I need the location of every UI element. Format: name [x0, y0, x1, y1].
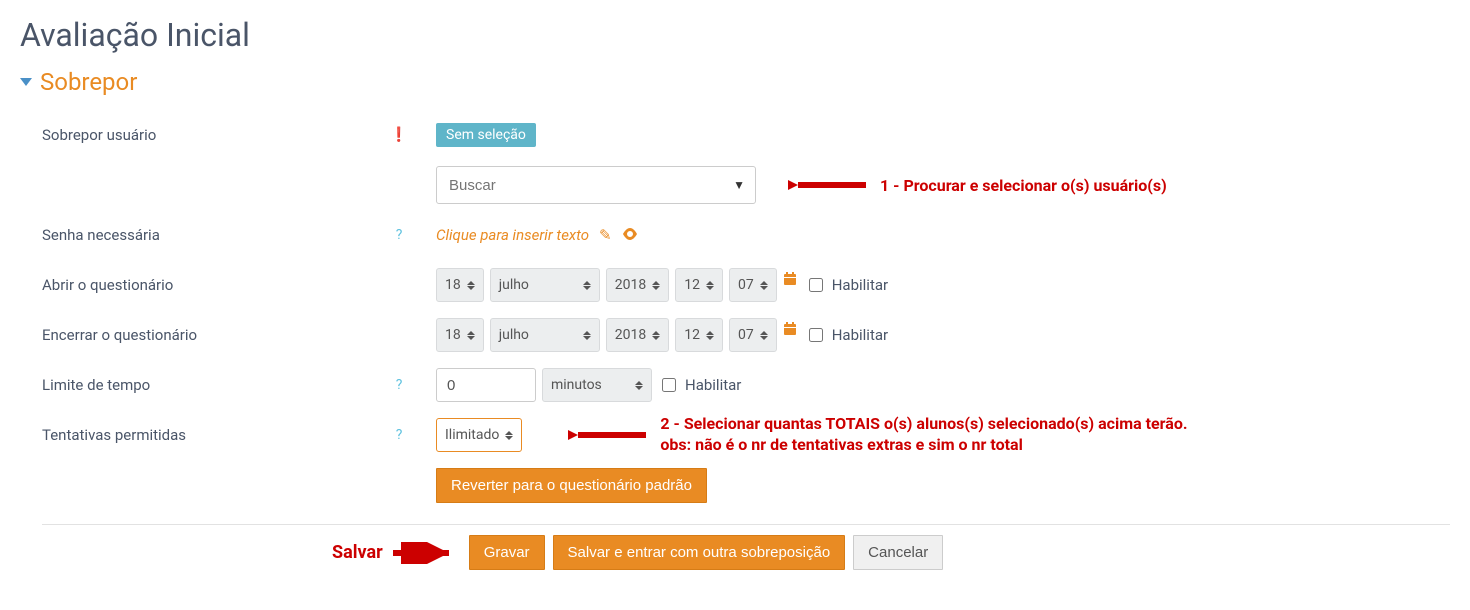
user-selection-tag: Sem seleção [436, 123, 536, 147]
revert-button[interactable]: Reverter para o questionário padrão [436, 468, 707, 503]
label-attempts: Tentativas permitidas [42, 426, 386, 444]
close-hour-select[interactable]: 12 [675, 318, 723, 352]
open-year-select[interactable]: 2018 [606, 268, 669, 302]
pencil-icon[interactable]: ✎ [599, 226, 612, 244]
time-unit-select[interactable]: minutos [542, 368, 652, 402]
page-title: Avaliação Inicial [20, 16, 1450, 54]
label-override-user: Sobrepor usuário [42, 126, 386, 144]
annotation-2-line1: 2 - Selecionar quantas TOTAIS o(s) aluno… [660, 414, 1187, 435]
section-toggle[interactable]: Sobrepor [20, 68, 1450, 96]
annotation-arrow-icon [788, 174, 868, 196]
password-input-link[interactable]: Clique para inserir texto [436, 226, 589, 244]
open-hour-select[interactable]: 12 [675, 268, 723, 302]
user-search-input[interactable] [447, 176, 733, 195]
help-icon[interactable]: ? [386, 427, 412, 443]
close-enable-label: Habilitar [832, 326, 888, 344]
label-close-quiz: Encerrar o questionário [42, 326, 412, 344]
alert-icon: ❗ [386, 127, 412, 143]
close-enable-input[interactable] [809, 328, 823, 342]
save-and-new-button[interactable]: Salvar e entrar com outra sobreposição [553, 535, 846, 570]
annotation-2-line2: obs: não é o nr de tentativas extras e s… [660, 435, 1187, 456]
open-day-select[interactable]: 18 [436, 268, 484, 302]
section-title: Sobrepor [40, 68, 137, 96]
time-enable-label: Habilitar [685, 376, 741, 394]
open-enable-checkbox[interactable]: Habilitar [805, 275, 888, 295]
annotation-arrow-icon [568, 424, 648, 446]
close-day-select[interactable]: 18 [436, 318, 484, 352]
close-year-select[interactable]: 2018 [606, 318, 669, 352]
open-enable-label: Habilitar [832, 276, 888, 294]
dropdown-icon: ▼ [733, 178, 745, 192]
close-month-select[interactable]: julho [490, 318, 600, 352]
divider [42, 524, 1450, 525]
open-minute-select[interactable]: 07 [729, 268, 777, 302]
help-icon[interactable]: ? [386, 227, 412, 243]
time-limit-input[interactable] [436, 368, 536, 402]
label-password: Senha necessária [42, 226, 386, 244]
cancel-button[interactable]: Cancelar [853, 535, 943, 570]
annotation-1-text: 1 - Procurar e selecionar o(s) usuário(s… [880, 176, 1167, 195]
attempts-select[interactable]: Ilimitado [436, 418, 522, 452]
annotation-arrow-icon [391, 542, 461, 564]
label-time-limit: Limite de tempo [42, 376, 386, 394]
calendar-icon[interactable] [783, 322, 799, 339]
close-minute-select[interactable]: 07 [729, 318, 777, 352]
close-enable-checkbox[interactable]: Habilitar [805, 325, 888, 345]
time-enable-input[interactable] [662, 378, 676, 392]
open-enable-input[interactable] [809, 278, 823, 292]
save-button[interactable]: Gravar [469, 535, 545, 570]
help-icon[interactable]: ? [386, 377, 412, 393]
calendar-icon[interactable] [783, 272, 799, 289]
user-search-combo[interactable]: ▼ [436, 166, 756, 204]
eye-icon[interactable] [622, 226, 638, 244]
label-open-quiz: Abrir o questionário [42, 276, 412, 294]
time-enable-checkbox[interactable]: Habilitar [658, 375, 741, 395]
chevron-down-icon [20, 78, 32, 86]
open-month-select[interactable]: julho [490, 268, 600, 302]
annotation-save-label: Salvar [332, 542, 383, 563]
